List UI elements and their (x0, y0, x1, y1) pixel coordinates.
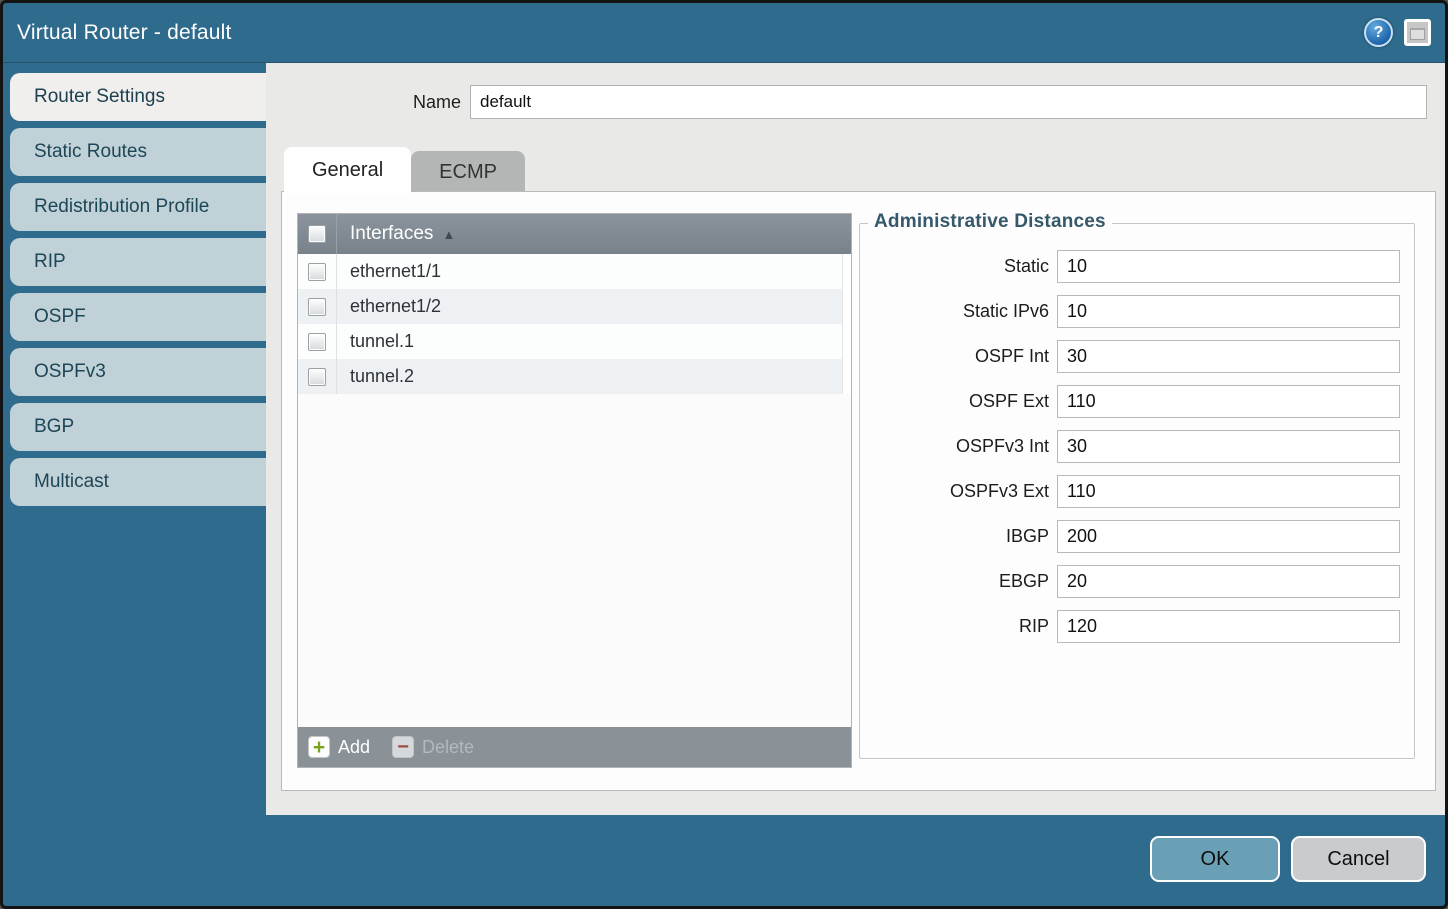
ok-button-label: OK (1201, 848, 1230, 871)
interfaces-table-body: ethernet1/1 ethernet1/2 tunnel.1 tunnel.… (298, 254, 851, 727)
row-checkbox-cell (298, 254, 337, 289)
tab-general[interactable]: General (284, 147, 411, 193)
interface-name: ethernet1/1 (350, 261, 441, 282)
restore-window-icon[interactable] (1404, 19, 1431, 46)
sidebar-item-label: RIP (34, 251, 66, 273)
sort-ascending-icon[interactable]: ▲ (442, 227, 455, 242)
field-row-rip: RIP (860, 610, 1400, 643)
ospfv3-ext-input[interactable] (1057, 475, 1400, 508)
sidebar-item-label: Multicast (34, 471, 109, 493)
sidebar-item-label: Redistribution Profile (34, 196, 209, 218)
table-row[interactable]: ethernet1/1 (298, 254, 851, 289)
name-row: Name (413, 85, 1427, 119)
sidebar-item-redistribution-profile[interactable]: Redistribution Profile (10, 183, 266, 231)
ospf-int-input[interactable] (1057, 340, 1400, 373)
field-row-ospf-ext: OSPF Ext (860, 385, 1400, 418)
cancel-button[interactable]: Cancel (1291, 836, 1426, 882)
field-row-ospf-int: OSPF Int (860, 340, 1400, 373)
delete-minus-icon: − (392, 736, 414, 758)
ebgp-input[interactable] (1057, 565, 1400, 598)
settings-tab-strip: General ECMP (284, 147, 525, 193)
table-row[interactable]: tunnel.2 (298, 359, 851, 394)
rip-input[interactable] (1057, 610, 1400, 643)
field-row-static-ipv6: Static IPv6 (860, 295, 1400, 328)
select-all-checkbox[interactable] (308, 225, 326, 243)
static-ipv6-label: Static IPv6 (963, 301, 1049, 322)
field-row-ospfv3-int: OSPFv3 Int (860, 430, 1400, 463)
ospfv3-ext-label: OSPFv3 Ext (950, 481, 1049, 502)
ibgp-input[interactable] (1057, 520, 1400, 553)
row-checkbox-cell (298, 324, 337, 359)
ibgp-label: IBGP (1006, 526, 1049, 547)
ok-button[interactable]: OK (1150, 836, 1280, 882)
router-settings-pane: Name General ECMP Interfaces ▲ (266, 63, 1445, 815)
field-row-ebgp: EBGP (860, 565, 1400, 598)
delete-button[interactable]: − Delete (392, 736, 474, 758)
sidebar-item-label: OSPFv3 (34, 361, 106, 383)
row-checkbox[interactable] (308, 298, 326, 316)
row-checkbox-cell (298, 359, 337, 394)
tab-general-label: General (312, 159, 383, 182)
administrative-distances-fields: Static Static IPv6 OSPF Int OSPF Ext (860, 224, 1414, 643)
interfaces-table: Interfaces ▲ ethernet1/1 ethernet1/2 tun… (297, 213, 852, 768)
delete-button-label: Delete (422, 737, 474, 758)
sidebar-item-ospfv3[interactable]: OSPFv3 (10, 348, 266, 396)
name-input[interactable] (470, 85, 1427, 119)
add-button[interactable]: + Add (308, 736, 370, 758)
field-row-ibgp: IBGP (860, 520, 1400, 553)
cancel-button-label: Cancel (1327, 848, 1389, 871)
ospf-ext-label: OSPF Ext (969, 391, 1049, 412)
sidebar-item-bgp[interactable]: BGP (10, 403, 266, 451)
help-icon[interactable]: ? (1364, 18, 1393, 47)
sidebar-item-static-routes[interactable]: Static Routes (10, 128, 266, 176)
select-all-cell (298, 214, 337, 254)
static-ipv6-input[interactable] (1057, 295, 1400, 328)
tab-ecmp-label: ECMP (439, 161, 497, 184)
interface-name: ethernet1/2 (350, 296, 441, 317)
field-row-static: Static (860, 250, 1400, 283)
static-input[interactable] (1057, 250, 1400, 283)
interface-name: tunnel.1 (350, 331, 414, 352)
sidebar-item-multicast[interactable]: Multicast (10, 458, 266, 506)
sidebar-item-label: Static Routes (34, 141, 147, 163)
ebgp-label: EBGP (999, 571, 1049, 592)
sidebar-item-label: OSPF (34, 306, 86, 328)
interfaces-table-header: Interfaces ▲ (298, 214, 851, 254)
add-plus-icon: + (308, 736, 330, 758)
add-button-label: Add (338, 737, 370, 758)
row-checkbox-cell (298, 289, 337, 324)
table-scrollbar[interactable] (842, 254, 851, 394)
row-checkbox[interactable] (308, 333, 326, 351)
name-label: Name (413, 92, 461, 113)
table-row[interactable]: tunnel.1 (298, 324, 851, 359)
sidebar-item-router-settings[interactable]: Router Settings (10, 73, 266, 121)
ospf-int-label: OSPF Int (975, 346, 1049, 367)
sidebar-item-label: Router Settings (34, 86, 165, 108)
static-label: Static (1004, 256, 1049, 277)
dialog-titlebar: Virtual Router - default ? (3, 3, 1445, 63)
interfaces-table-footer: + Add − Delete (298, 727, 851, 767)
interfaces-column-header[interactable]: Interfaces (350, 223, 433, 245)
sidebar-item-label: BGP (34, 416, 74, 438)
titlebar-icons: ? (1364, 18, 1431, 47)
ospfv3-int-label: OSPFv3 Int (956, 436, 1049, 457)
sidebar-item-ospf[interactable]: OSPF (10, 293, 266, 341)
ospfv3-int-input[interactable] (1057, 430, 1400, 463)
general-tab-panel: Interfaces ▲ ethernet1/1 ethernet1/2 tun… (281, 191, 1436, 791)
interface-name: tunnel.2 (350, 366, 414, 387)
ospf-ext-input[interactable] (1057, 385, 1400, 418)
dialog-title: Virtual Router - default (17, 21, 232, 45)
field-row-ospfv3-ext: OSPFv3 Ext (860, 475, 1400, 508)
table-row[interactable]: ethernet1/2 (298, 289, 851, 324)
row-checkbox[interactable] (308, 263, 326, 281)
administrative-distances-fieldset: Administrative Distances Static Static I… (859, 223, 1415, 759)
administrative-distances-legend: Administrative Distances (868, 211, 1112, 233)
tab-ecmp[interactable]: ECMP (411, 151, 525, 193)
rip-label: RIP (1019, 616, 1049, 637)
row-checkbox[interactable] (308, 368, 326, 386)
sidebar-item-rip[interactable]: RIP (10, 238, 266, 286)
virtual-router-dialog: Virtual Router - default ? Router Settin… (0, 0, 1448, 909)
